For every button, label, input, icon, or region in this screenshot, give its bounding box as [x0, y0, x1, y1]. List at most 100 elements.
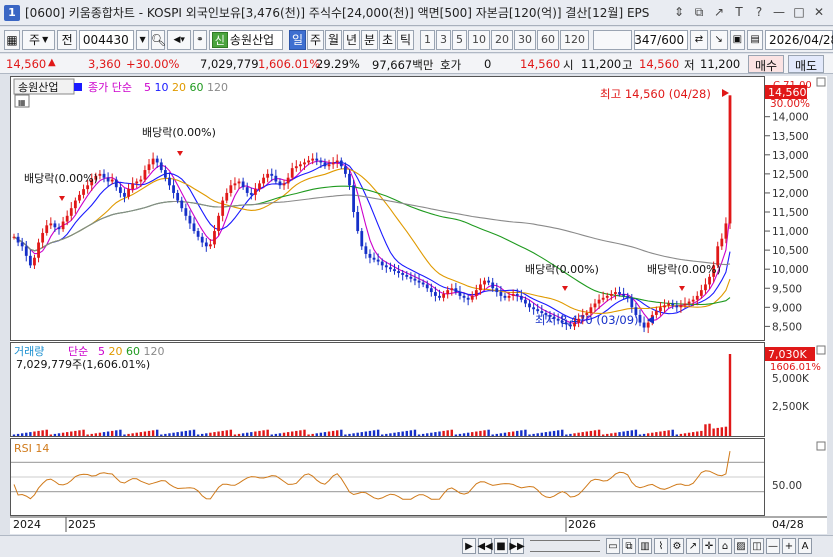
ma-legend-5[interactable]: 5 [144, 81, 155, 94]
volume-bar-135 [565, 434, 568, 436]
buy-button[interactable]: 매수 [748, 55, 785, 73]
chart-link-icon[interactable]: ⚭ [193, 29, 207, 50]
candle-body-113 [474, 290, 478, 296]
window-button-6[interactable]: □ [791, 4, 807, 20]
candle-body-76 [323, 162, 327, 167]
volume-ma-label[interactable]: 단순 [68, 345, 88, 358]
candle-body-126 [528, 303, 531, 308]
candle-body-24 [110, 179, 114, 182]
candle-body-30 [135, 181, 139, 184]
chart-type-icon[interactable]: ⌇ [654, 538, 668, 554]
crosshair-icon[interactable]: ✛ [702, 538, 716, 554]
rsi-close-icon[interactable] [816, 441, 826, 451]
ma-legend-120[interactable]: 120 [207, 81, 228, 94]
code-dropdown-button[interactable]: ▼ [135, 29, 150, 50]
volume-ma-legend-120[interactable]: 120 [144, 345, 165, 358]
candle-body-67 [286, 177, 290, 184]
interval-button-30[interactable]: 30 [514, 29, 536, 50]
stock-code-input[interactable]: 004430 [78, 29, 134, 50]
window-button-4[interactable]: ? [751, 4, 767, 20]
interval-button-1[interactable]: 1 [420, 29, 435, 50]
count-apply-icon[interactable]: ⇄ [690, 29, 708, 50]
volume-bar-170 [708, 423, 711, 436]
volume-ma-legend[interactable]: 5 20 60 120 [98, 345, 165, 358]
stock-name-field[interactable]: 신 송원산업 [208, 29, 283, 50]
date-field[interactable]: 2026/04/28 [765, 29, 833, 50]
interval-input[interactable] [593, 29, 633, 50]
save-icon[interactable]: ▣ [729, 29, 746, 50]
period-tab-3[interactable]: 년 [343, 29, 360, 50]
period-tab-0[interactable]: 일 [289, 29, 306, 50]
window-button-5[interactable]: — [771, 4, 787, 20]
ma-legend[interactable]: 5 10 20 60 120 [144, 81, 228, 94]
fill-icon[interactable]: ▨ [734, 538, 748, 554]
period-tab-1[interactable]: 주 [307, 29, 324, 50]
scroll-track[interactable] [530, 540, 600, 552]
magnet-icon[interactable]: ⌂ [718, 538, 732, 554]
window-button-7[interactable]: ✕ [811, 4, 827, 20]
volume-panel-title[interactable]: 거래량 [14, 345, 44, 358]
volume-bar-2 [20, 433, 24, 436]
period-tab-6[interactable]: 틱 [397, 29, 414, 50]
candle-body-88 [372, 257, 376, 260]
interval-button-10[interactable]: 10 [468, 29, 490, 50]
zoom-fit-icon[interactable]: ▭ [606, 538, 620, 554]
settings-icon[interactable]: ⚙ [670, 538, 684, 554]
prev-button[interactable]: 전 [57, 29, 77, 50]
print-icon[interactable]: ▥ [638, 538, 652, 554]
window-button-1[interactable]: ⧉ [691, 4, 707, 20]
interval-button-60[interactable]: 60 [537, 29, 559, 50]
data-count-field[interactable]: 347/600 [634, 29, 689, 50]
panel-close-icon[interactable] [816, 345, 826, 355]
price-close-icon[interactable] [816, 77, 826, 87]
volume-bar-128 [536, 433, 539, 436]
trend-icon[interactable]: ↗ [686, 538, 700, 554]
ma-legend-title[interactable]: 종가 단순 [88, 81, 132, 94]
volume-bar-62 [266, 429, 269, 436]
search-icon[interactable]: 🔍︎ [151, 29, 166, 50]
stop-icon[interactable]: ■ [494, 538, 508, 554]
sell-button[interactable]: 매도 [788, 55, 825, 73]
zoom-in-icon[interactable]: + [782, 538, 796, 554]
rewind-icon[interactable]: ◀◀ [477, 538, 493, 554]
interval-button-5[interactable]: 5 [452, 29, 467, 50]
volume-ma-legend-60[interactable]: 60 [126, 345, 144, 358]
forward-icon[interactable]: ▶▶ [509, 538, 525, 554]
period-tab-2[interactable]: 월 [325, 29, 342, 50]
candle-body-165 [687, 301, 691, 304]
ma-legend-60[interactable]: 60 [190, 81, 208, 94]
speaker-icon[interactable]: ◀▾ [167, 29, 191, 50]
window-button-2[interactable]: ↗ [711, 4, 727, 20]
period-tab-5[interactable]: 초 [379, 29, 396, 50]
volume-bar-133 [556, 430, 560, 436]
candle-body-12 [61, 221, 65, 230]
interval-button-20[interactable]: 20 [491, 29, 513, 50]
ma-legend-10[interactable]: 10 [155, 81, 173, 94]
scroll-right-icon[interactable]: ▶ [462, 538, 476, 554]
volume-ma-legend-20[interactable]: 20 [109, 345, 127, 358]
rsi-panel-title[interactable]: RSI 14 [14, 442, 49, 455]
interval-button-120[interactable]: 120 [560, 29, 589, 50]
price-chart-svg[interactable]: 송원산업 종가 단순 5 10 20 60 120 ▦ 거래량 단순 5 20 … [10, 76, 827, 534]
auto-icon[interactable]: A [798, 538, 812, 554]
screenshot-icon[interactable]: ◫ [750, 538, 764, 554]
volume-bar-149 [622, 431, 625, 436]
chart-area[interactable]: 송원산업 종가 단순 5 10 20 60 120 ▦ 거래량 단순 5 20 … [10, 76, 827, 534]
window-button-0[interactable]: ⇕ [671, 4, 687, 20]
grid-icon[interactable]: ▦ [4, 29, 20, 50]
period-tab-4[interactable]: 분 [361, 29, 378, 50]
price-tick-8: 10,000 [772, 264, 809, 276]
calendar-icon[interactable]: ▤ [747, 29, 763, 50]
window-button-3[interactable]: T [731, 4, 747, 20]
draw-line-icon[interactable]: ↘ [709, 29, 728, 50]
stock-legend-label[interactable]: 송원산업 [18, 81, 58, 94]
candle-body-27 [123, 192, 126, 197]
volume-bar-138 [577, 432, 580, 436]
candle-body-120 [503, 295, 507, 298]
volume-ma-legend-5[interactable]: 5 [98, 345, 109, 358]
zoom-out-icon[interactable]: — [766, 538, 780, 554]
market-select[interactable]: 주 ▼ [22, 29, 56, 50]
layout-icon[interactable]: ⧉ [622, 538, 636, 554]
interval-button-3[interactable]: 3 [436, 29, 451, 50]
ma-legend-20[interactable]: 20 [172, 81, 190, 94]
